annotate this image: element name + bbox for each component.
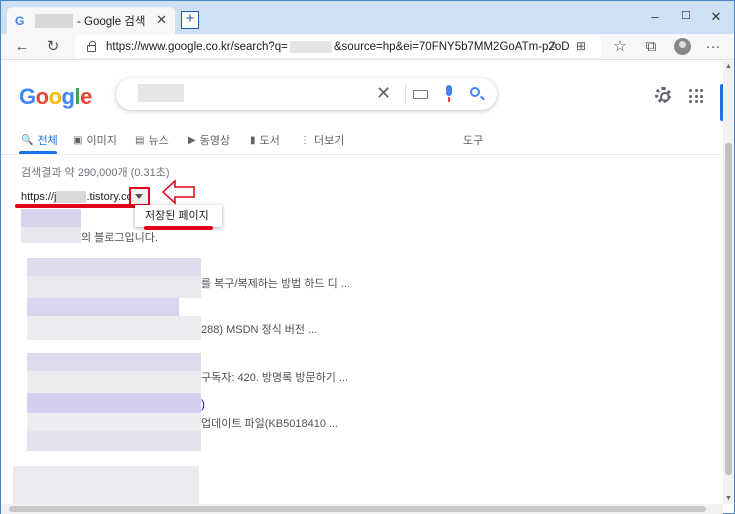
blurred-block	[27, 431, 201, 451]
url-text-prefix: https://www.google.co.kr/search?q=	[106, 40, 288, 53]
search-query-blurred[interactable]	[138, 84, 184, 102]
tab-title: - Google 검색	[77, 15, 146, 28]
blurred-block	[27, 413, 201, 431]
tab-label: 도구	[463, 135, 484, 147]
blurred-thumbnail	[21, 209, 81, 227]
scroll-down-icon[interactable]: ▼	[725, 495, 732, 502]
result-cite[interactable]: https://j .tistory.com	[21, 191, 142, 203]
collections-icon[interactable]: ⧉	[642, 38, 660, 56]
read-aloud-icon[interactable]: A	[550, 39, 558, 53]
blurred-block	[27, 393, 201, 413]
play-icon: ▶	[188, 134, 196, 146]
blurred-block	[27, 353, 201, 371]
search-icon: 🔍	[21, 134, 34, 146]
horizontal-scrollbar[interactable]	[1, 504, 723, 514]
search-divider	[405, 85, 406, 103]
blurred-block	[27, 371, 201, 393]
refresh-icon[interactable]: ↻	[44, 38, 62, 56]
url-text-suffix: &source=hp&ei=70FNY5b7MM2GoATm-p2oDw&if.…	[333, 40, 569, 53]
scroll-thumb[interactable]	[725, 143, 732, 475]
scroll-up-icon[interactable]: ▲	[725, 63, 732, 70]
tab-all[interactable]: 🔍 전체	[21, 132, 58, 148]
tab-close-icon[interactable]: ✕	[156, 13, 167, 27]
result-snippet: 를 복구/복제하는 방법 하드 디 ...	[201, 278, 350, 290]
profile-avatar[interactable]	[674, 38, 691, 55]
cite-blurred	[56, 191, 87, 203]
search-box[interactable]: ✕	[116, 78, 497, 110]
back-arrow-icon[interactable]: ←	[13, 38, 31, 56]
blurred-block	[13, 466, 199, 504]
logo-letter: o	[48, 84, 62, 109]
result-stats: 검색결과 약 290,000개 (0.31초)	[21, 167, 170, 179]
tab-videos[interactable]: ▶ 동영상	[188, 132, 230, 148]
navigation-bar: ← ↻ https://www.google.co.kr/search?q= &…	[1, 34, 734, 60]
new-tab-button[interactable]: +	[181, 11, 199, 29]
keyboard-icon[interactable]	[413, 90, 428, 99]
logo-letter: g	[61, 84, 75, 109]
tab-label: 도서	[259, 135, 280, 147]
minimize-icon[interactable]: –	[647, 9, 663, 24]
tab-label: 전체	[37, 135, 58, 147]
tab-tools[interactable]: 도구	[463, 132, 483, 148]
window-close-icon[interactable]: ✕	[708, 9, 724, 25]
blurred-block	[27, 276, 201, 298]
logo-letter: e	[80, 84, 92, 109]
result-snippet: 288) MSDN 정식 버전 ...	[201, 324, 318, 336]
google-logo[interactable]: Google	[19, 84, 92, 110]
lock-icon[interactable]	[87, 40, 96, 52]
browser-window: G - Google 검색 ✕ + – ☐ ✕ ← ↻ https://www.…	[0, 0, 735, 514]
extensions-icon[interactable]: ⊞	[576, 39, 586, 53]
annotation-arrow-icon	[161, 179, 195, 205]
cite-prefix: https://j	[21, 191, 57, 203]
browser-tab[interactable]: G - Google 검색 ✕	[7, 7, 175, 34]
news-icon: ▤	[135, 134, 145, 146]
tab-title-blurred	[35, 13, 73, 28]
search-icon[interactable]	[470, 87, 480, 97]
favorites-star-icon[interactable]: ☆	[611, 38, 629, 56]
more-vert-icon: ⋮	[300, 134, 310, 146]
active-tab-indicator	[19, 151, 57, 154]
gear-icon[interactable]	[655, 87, 671, 103]
tab-books[interactable]: ▮ 도서	[250, 132, 280, 148]
blurred-block	[27, 298, 179, 316]
vertical-scrollbar[interactable]: ▲ ▼	[723, 61, 734, 504]
result-snippet: 의 블로그입니다.	[81, 232, 158, 244]
clear-search-icon[interactable]: ✕	[376, 83, 391, 104]
book-icon: ▮	[250, 134, 256, 146]
cached-page-menu-item[interactable]: 저장된 페이지	[135, 205, 222, 227]
tab-strip: G - Google 검색 ✕ + – ☐ ✕	[1, 1, 734, 34]
result-snippet: 구독자: 420. 방명록 방문하기 ...	[201, 372, 349, 384]
google-apps-icon[interactable]	[689, 89, 703, 103]
address-bar[interactable]: https://www.google.co.kr/search?q= &sour…	[75, 35, 601, 58]
settings-menu-icon[interactable]: ···	[704, 38, 722, 56]
scroll-thumb[interactable]	[9, 506, 706, 512]
microphone-icon[interactable]	[446, 85, 452, 102]
google-favicon-icon: G	[15, 13, 25, 28]
result-snippet: 업데이트 파일(KB5018410 ...	[201, 418, 339, 430]
blurred-text	[21, 227, 81, 243]
image-icon: ▣	[73, 134, 83, 146]
tab-images[interactable]: ▣ 이미지	[73, 132, 117, 148]
url-query-blurred	[289, 40, 332, 53]
logo-letter: G	[19, 84, 36, 109]
tab-label: 이미지	[86, 135, 117, 147]
blurred-block	[27, 316, 201, 340]
maximize-icon[interactable]: ☐	[678, 9, 694, 22]
search-tabs: 🔍 전체 ▣ 이미지 ▤ 뉴스 ▶ 동영상 ▮ 도서 ⋮ 더보기 도구	[1, 131, 721, 155]
tab-news[interactable]: ▤ 뉴스	[135, 132, 169, 148]
tab-label: 동영상	[199, 135, 231, 147]
annotation-underline	[15, 204, 151, 208]
tab-label: 더보기	[314, 135, 345, 147]
result-link[interactable]: )	[201, 397, 205, 411]
blurred-block	[27, 258, 201, 276]
tab-label: 뉴스	[148, 135, 169, 147]
tab-more[interactable]: ⋮ 더보기	[300, 132, 344, 148]
logo-letter: o	[35, 84, 49, 109]
